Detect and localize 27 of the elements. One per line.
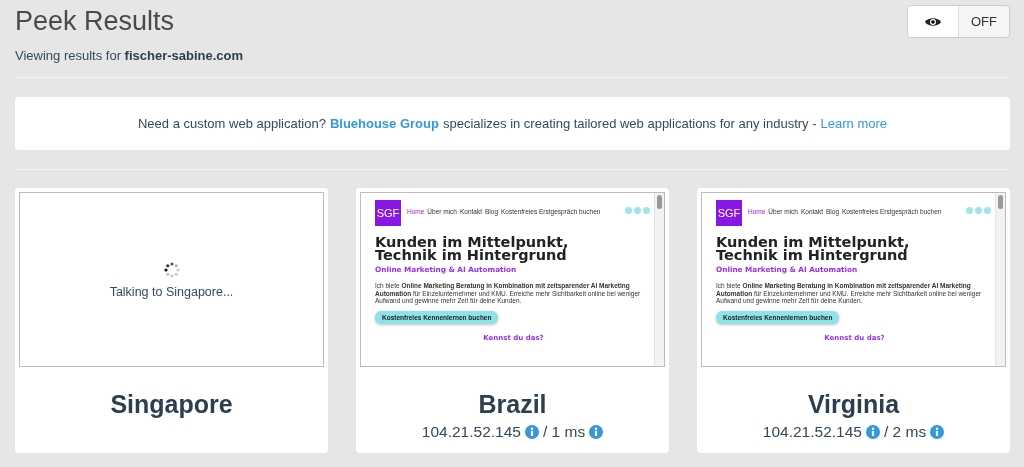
ip-address: 104.21.52.145 [421,423,521,441]
site-headline: Technik im Hintergrund [716,249,909,262]
site-headline: Kunden im Mittelpunkt, [716,236,911,249]
banner-text: Need a custom web application? [138,116,326,131]
info-icon[interactable] [589,425,604,439]
site-logo: SGF [716,200,742,226]
banner-text: specializes in creating tailored web applications for any industry - [442,116,817,131]
response-time: / 1 ms [542,423,586,441]
spinner-icon [162,260,181,279]
site-logo: SGF [375,200,401,226]
page-title: Peek Results [15,5,176,37]
location-name: Virginia [806,389,901,419]
page-subtitle: Viewing results for fischer-sabine.com [15,48,244,63]
site-headline: Technik im Hintergrund [375,249,568,262]
scrollbar-thumb[interactable] [998,195,1003,209]
visibility-toggle[interactable]: OFF [907,5,1010,38]
site-headline: Kunden im Mittelpunkt, [375,236,570,249]
response-time: / 2 ms [883,423,927,441]
info-icon[interactable] [524,425,539,439]
loading-message: Talking to Singapore... [109,284,234,299]
eye-icon [924,15,942,28]
ip-address: 104.21.52.145 [762,423,862,441]
scrollbar-thumb[interactable] [657,195,662,209]
info-icon[interactable] [865,425,880,439]
location-name: Brazil [477,389,548,419]
location-name: Singapore [109,389,234,419]
info-icon[interactable] [930,425,945,439]
